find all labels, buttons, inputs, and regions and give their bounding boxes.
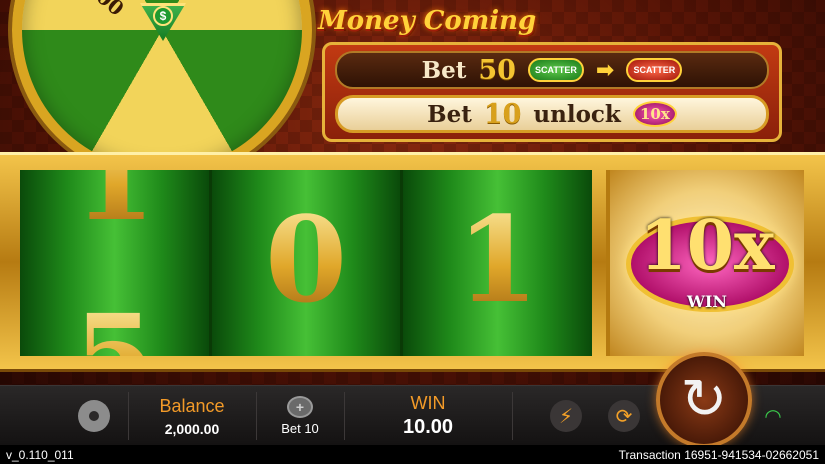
reel-1-symbol-bottom: 5 bbox=[20, 288, 209, 356]
bet-info-panel: Bet 50 SCATTER ➡ SCATTER Bet 10 unlock 1… bbox=[322, 42, 782, 142]
divider bbox=[512, 392, 513, 440]
multiplier-badge-icon: 10x bbox=[632, 101, 677, 127]
bet-label: Bet 10 bbox=[281, 421, 319, 436]
bet-scatter-row: Bet 50 SCATTER ➡ SCATTER bbox=[335, 51, 769, 89]
divider bbox=[128, 392, 129, 440]
autoplay-button[interactable]: ⟳ bbox=[604, 386, 644, 446]
reel-1-symbol-top: 1 bbox=[20, 170, 209, 247]
multiplier-label: WIN bbox=[686, 292, 728, 311]
scatter-red-icon: SCATTER bbox=[626, 58, 683, 82]
turbo-button[interactable]: ⚡ bbox=[546, 386, 586, 446]
settings-button[interactable] bbox=[74, 386, 114, 446]
spin-icon: ↻ bbox=[680, 367, 728, 432]
version-label: v_0.110_011 bbox=[6, 447, 74, 462]
reel-1: 1 5 bbox=[20, 170, 212, 356]
reels: 1 5 0 1 bbox=[20, 170, 593, 356]
autoplay-icon: ⟳ bbox=[608, 400, 640, 432]
multiplier-reel: 10x WIN bbox=[606, 170, 804, 356]
unlock-label: unlock bbox=[533, 100, 621, 128]
win-display: WIN 10.00 bbox=[378, 386, 478, 446]
win-value: 10.00 bbox=[402, 416, 454, 438]
scatter-green-icon: SCATTER bbox=[527, 58, 584, 82]
game-title: Money Coming bbox=[318, 6, 537, 36]
bet-button[interactable]: + Bet 10 bbox=[270, 386, 330, 446]
wheel-segment-300: 300 bbox=[226, 0, 270, 4]
dollar-icon: $ bbox=[153, 6, 173, 26]
balance-display: Balance 2,000.00 bbox=[142, 386, 242, 446]
balance-label: Balance bbox=[159, 395, 225, 416]
bet-prefix: Bet bbox=[427, 100, 472, 128]
win-label: WIN bbox=[410, 393, 446, 413]
bet-unlock-row: Bet 10 unlock 10x bbox=[335, 95, 769, 133]
wifi-icon: ◠ bbox=[764, 404, 782, 428]
divider bbox=[256, 392, 257, 440]
reel-3: 1 bbox=[403, 170, 593, 356]
divider bbox=[344, 392, 345, 440]
wheel-segment-500: 500 bbox=[81, 0, 128, 21]
coin-stack-icon: + bbox=[287, 396, 313, 418]
transaction-label: Transaction 16951-941534-02662051 bbox=[618, 447, 819, 462]
reel-2: 0 bbox=[211, 170, 404, 356]
balance-value: 2,000.00 bbox=[164, 420, 220, 437]
reel-2-symbol: 0 bbox=[212, 190, 401, 329]
arrow-right-icon: ➡ bbox=[595, 57, 615, 83]
multiplier-value: 10x bbox=[639, 206, 775, 286]
bet-amount-50: 50 bbox=[478, 54, 516, 86]
gear-icon bbox=[81, 403, 107, 429]
lightning-icon: ⚡ bbox=[550, 400, 582, 432]
reel-3-symbol: 1 bbox=[403, 190, 592, 329]
footer: v_0.110_011 Transaction 16951-941534-026… bbox=[0, 445, 825, 464]
bet-amount-10: 10 bbox=[483, 98, 522, 130]
bet-prefix: Bet bbox=[421, 56, 467, 84]
spin-button[interactable]: ↻ bbox=[656, 352, 752, 448]
